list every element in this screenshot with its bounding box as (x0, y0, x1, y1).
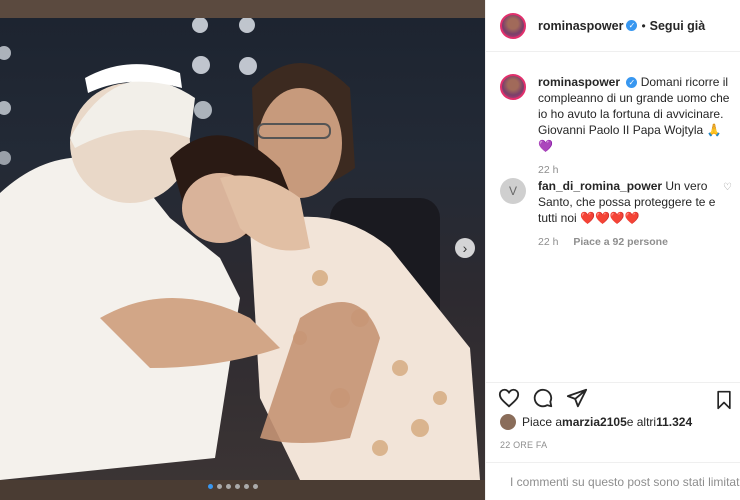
photo-frame-top (0, 0, 485, 18)
comment-avatar[interactable]: V (500, 178, 526, 204)
header-username[interactable]: rominaspower (538, 19, 623, 33)
caption-username[interactable]: rominaspower (538, 75, 620, 89)
carousel-dot (217, 484, 222, 489)
caption: rominaspower ✓ Domani ricorre il complea… (500, 74, 736, 178)
carousel-dot (208, 484, 213, 489)
photo-scene (0, 17, 480, 481)
verified-badge-icon: ✓ (626, 77, 638, 89)
carousel-dot (244, 484, 249, 489)
bookmark-icon[interactable] (713, 389, 735, 411)
liker-avatar (500, 414, 516, 430)
post-sidebar: rominaspower ✓ • Segui già rominaspower … (485, 0, 740, 500)
likes-middle: e altri (626, 415, 657, 429)
carousel-dot (235, 484, 240, 489)
chevron-right-icon: › (462, 240, 468, 256)
separator-dot: • (641, 18, 646, 33)
action-bar (486, 382, 740, 412)
comment-time: 22 h (538, 236, 559, 248)
likes-count[interactable]: 11.324 (656, 415, 692, 429)
comment-likes[interactable]: Piace a 92 persone (573, 236, 668, 248)
likes-summary[interactable]: Piace a marzia2105 e altri 11.324 (500, 414, 692, 430)
comment-item: V fan_di_romina_power Un vero Santo, che… (500, 178, 736, 250)
likes-user[interactable]: marzia2105 (562, 415, 627, 429)
likes-prefix: Piace a (522, 415, 563, 429)
caption-meta: 22 h (538, 162, 736, 178)
comment-like-heart-icon[interactable]: ♡ (723, 182, 732, 193)
caption-avatar[interactable] (500, 74, 526, 100)
comment-body: fan_di_romina_power Un vero Santo, che p… (538, 178, 736, 250)
carousel-dot (253, 484, 258, 489)
carousel-dot (226, 484, 231, 489)
caption-time: 22 h (538, 164, 559, 176)
avatar[interactable] (500, 12, 526, 39)
heart-icon[interactable] (498, 387, 520, 409)
photo-frame-bottom (0, 480, 485, 500)
verified-badge-icon: ✓ (626, 20, 638, 31)
caption-body: rominaspower ✓ Domani ricorre il complea… (538, 74, 736, 178)
comment-meta: 22 h Piace a 92 persone (538, 234, 736, 250)
follow-button[interactable]: Segui già (650, 19, 706, 33)
comment-username[interactable]: fan_di_romina_power (538, 179, 662, 193)
post-photo (0, 17, 485, 481)
post-media[interactable]: › (0, 0, 485, 500)
carousel-next-button[interactable]: › (455, 238, 475, 258)
post-header: rominaspower ✓ • Segui già (486, 0, 740, 52)
post-time: 22 ORE FA (500, 440, 548, 450)
share-icon[interactable] (566, 387, 588, 409)
comment-icon[interactable] (532, 387, 554, 409)
comment-limit-notice: I commenti su questo post sono stati lim… (486, 462, 740, 500)
carousel-indicator (208, 484, 258, 489)
